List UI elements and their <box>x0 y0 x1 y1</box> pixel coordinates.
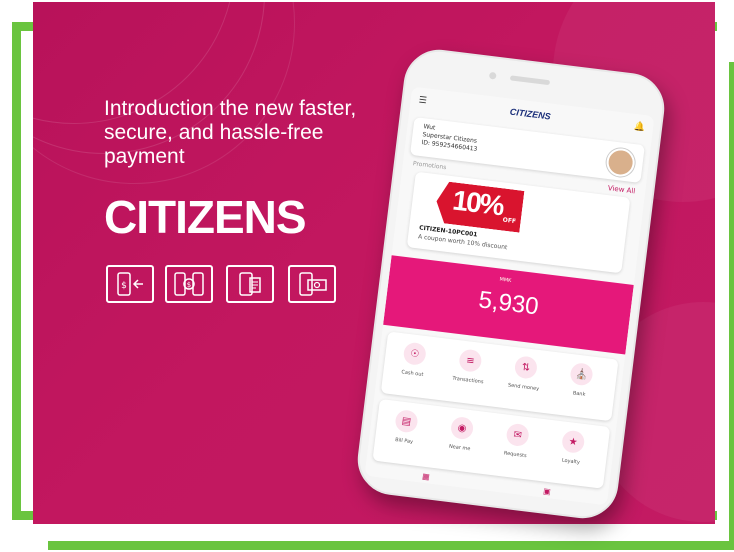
action-label: Bank <box>572 390 586 398</box>
bell-icon[interactable]: 🔔 <box>633 122 645 133</box>
balance-currency: MMK <box>499 276 512 284</box>
scan-icon[interactable]: ▣ <box>543 486 552 496</box>
user-info: Wut Superstar Citizens ID: 959254660413 <box>421 123 480 154</box>
bill-icon: ▤ <box>394 409 419 434</box>
cash-out-icon: ☉ <box>402 341 428 367</box>
app-screen: ☰ CITIZENS 🔔 Wut Superstar Citizens ID: … <box>364 86 655 506</box>
cash-out-button[interactable]: ☉ Cash out <box>387 340 441 380</box>
action-label: Transactions <box>452 375 484 386</box>
location-icon: ◉ <box>449 415 475 441</box>
list-icon: ≡ <box>458 348 483 373</box>
qr-icon[interactable]: ▦ <box>422 471 431 481</box>
action-label: Requests <box>503 450 527 460</box>
currency-exchange-phones-icon: $ <box>165 265 213 303</box>
action-label: Send money <box>507 382 540 393</box>
cash-transfer-phone-icon: $ <box>106 265 154 303</box>
coupon-off: OFF <box>502 216 517 226</box>
transactions-button[interactable]: ≡ Transactions <box>443 347 497 387</box>
action-label: Loyalty <box>561 457 581 466</box>
bill-pay-button[interactable]: ▤ Bill Pay <box>379 407 433 447</box>
avatar[interactable] <box>605 146 637 179</box>
coupon-card[interactable]: 10% OFF CITIZEN-10PC001 A coupon worth 1… <box>406 171 631 274</box>
phone-mockup: ☰ CITIZENS 🔔 Wut Superstar Citizens ID: … <box>353 45 669 523</box>
loyalty-icon: ★ <box>560 429 586 455</box>
phone-banknote-icon <box>288 265 336 303</box>
headline: Introduction the new faster, secure, and… <box>104 97 357 168</box>
loyalty-button[interactable]: ★ Loyalty <box>546 428 600 468</box>
brand-title: CITIZENS <box>104 191 307 243</box>
action-label: Near me <box>448 443 471 453</box>
app-logo: CITIZENS <box>509 106 552 122</box>
action-label: Cash out <box>400 369 424 378</box>
svg-text:$: $ <box>121 281 127 291</box>
promotions-label: Promotions <box>412 160 447 172</box>
request-icon: ✉ <box>505 422 530 448</box>
action-label: Bill Pay <box>394 437 414 446</box>
menu-icon[interactable]: ☰ <box>418 95 427 106</box>
bank-icon: ⛪ <box>569 362 594 387</box>
requests-button[interactable]: ✉ Requests <box>490 421 544 461</box>
view-all-link[interactable]: View All <box>607 184 635 195</box>
near-me-button[interactable]: ◉ Near me <box>434 414 488 454</box>
phone-receipt-icon <box>226 265 274 303</box>
bank-button[interactable]: ⛪ Bank <box>554 360 608 400</box>
coupon-tag: 10% OFF <box>434 180 524 232</box>
send-icon: ⇅ <box>513 355 539 380</box>
send-money-button[interactable]: ⇅ Send money <box>498 353 552 393</box>
svg-text:$: $ <box>187 281 191 289</box>
coupon-percent: 10% <box>450 184 505 222</box>
